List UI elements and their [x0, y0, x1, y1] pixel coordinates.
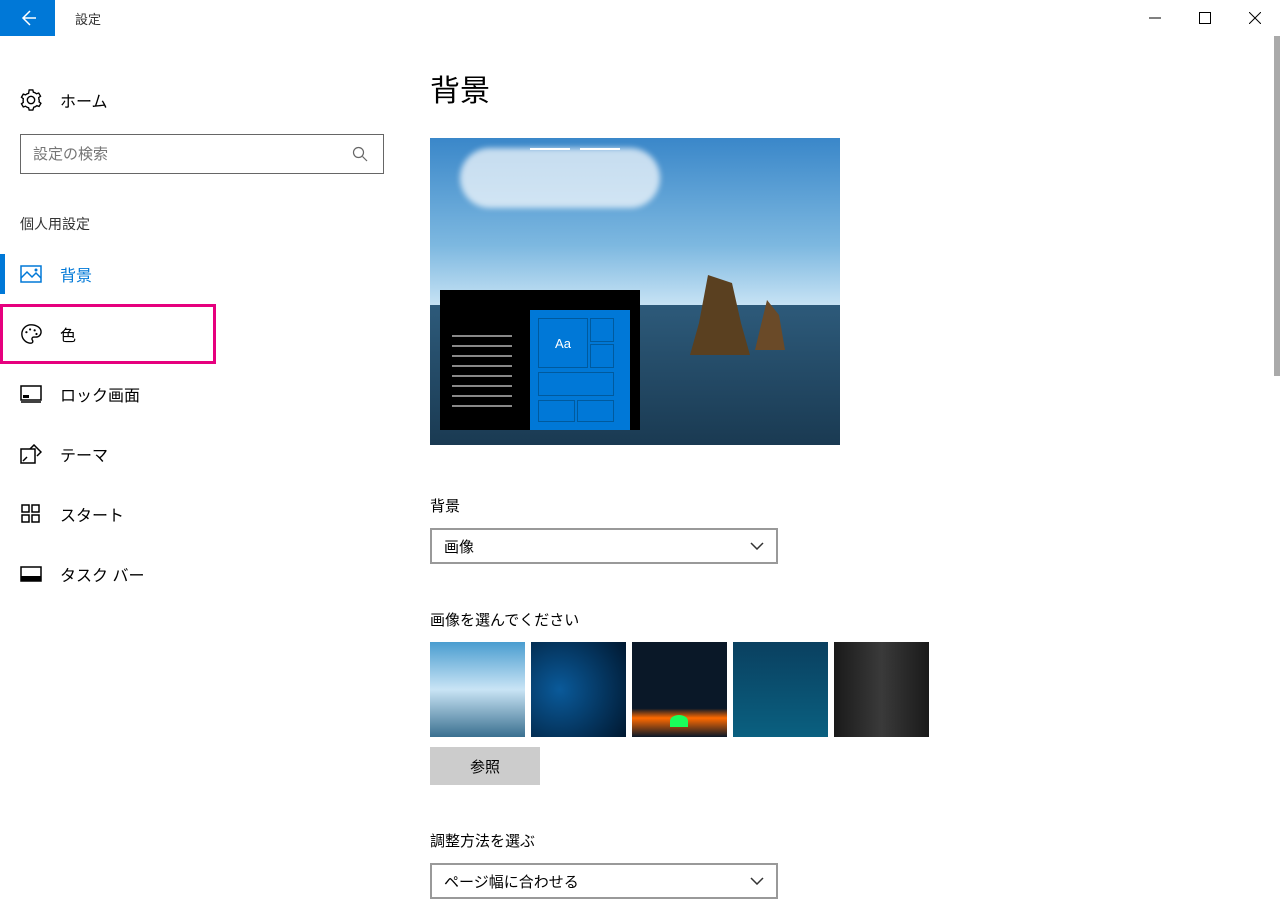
close-button[interactable] — [1230, 0, 1280, 36]
nav-item-themes[interactable]: テーマ — [0, 424, 400, 484]
nav-label: 背景 — [60, 262, 92, 286]
palette-icon — [20, 323, 42, 345]
chevron-down-icon — [750, 877, 764, 885]
scrollbar-thumb[interactable] — [1274, 36, 1280, 376]
nav-label: ロック画面 — [60, 382, 140, 406]
main-panel: 背景 Aa 背景 画像 画像を選んでください — [400, 36, 1280, 906]
lock-screen-icon — [20, 383, 42, 405]
taskbar-icon — [20, 563, 42, 585]
desktop-preview: Aa — [430, 138, 840, 445]
search-icon — [349, 143, 371, 165]
thumbnail-3[interactable] — [632, 642, 727, 737]
nav-label: スタート — [60, 502, 124, 526]
gear-icon — [20, 89, 42, 111]
nav-item-taskbar[interactable]: タスク バー — [0, 544, 400, 604]
thumbnail-4[interactable] — [733, 642, 828, 737]
page-title: 背景 — [430, 66, 1250, 110]
search-input[interactable] — [33, 146, 349, 163]
nav-item-background[interactable]: 背景 — [0, 244, 400, 304]
home-label: ホーム — [60, 88, 108, 112]
arrow-left-icon — [18, 8, 38, 28]
dropdown-value: 画像 — [444, 536, 750, 557]
nav-item-colors[interactable]: 色 — [0, 304, 216, 364]
scrollbar[interactable] — [1274, 36, 1280, 906]
image-thumbnails — [430, 642, 1250, 737]
category-header: 個人用設定 — [0, 194, 400, 244]
nav-label: タスク バー — [60, 562, 144, 586]
maximize-icon — [1199, 12, 1211, 24]
window-title: 設定 — [75, 9, 101, 28]
preview-tile-text: Aa — [538, 318, 588, 368]
fit-dropdown[interactable]: ページ幅に合わせる — [430, 863, 778, 899]
thumbnail-1[interactable] — [430, 642, 525, 737]
minimize-icon — [1149, 12, 1161, 24]
nav-label: テーマ — [60, 442, 108, 466]
minimize-button[interactable] — [1130, 0, 1180, 36]
fit-label: 調整方法を選ぶ — [430, 830, 1250, 851]
background-dropdown[interactable]: 画像 — [430, 528, 778, 564]
dropdown-value: ページ幅に合わせる — [444, 871, 750, 892]
thumbnail-5[interactable] — [834, 642, 929, 737]
nav-item-start[interactable]: スタート — [0, 484, 400, 544]
browse-button[interactable]: 参照 — [430, 747, 540, 785]
window-controls — [1130, 0, 1280, 36]
sidebar: ホーム 個人用設定 背景 色 — [0, 36, 400, 906]
title-bar: 設定 — [0, 0, 1280, 36]
nav-item-lock-screen[interactable]: ロック画面 — [0, 364, 400, 424]
theme-icon — [20, 443, 42, 465]
chevron-down-icon — [750, 542, 764, 550]
background-label: 背景 — [430, 495, 1250, 516]
back-button[interactable] — [0, 0, 55, 36]
home-button[interactable]: ホーム — [0, 76, 400, 124]
picture-icon — [20, 263, 42, 285]
close-icon — [1249, 12, 1261, 24]
start-icon — [20, 503, 42, 525]
nav-label: 色 — [60, 322, 76, 346]
maximize-button[interactable] — [1180, 0, 1230, 36]
search-box[interactable] — [20, 134, 384, 174]
thumbnail-2[interactable] — [531, 642, 626, 737]
choose-image-label: 画像を選んでください — [430, 609, 1250, 630]
